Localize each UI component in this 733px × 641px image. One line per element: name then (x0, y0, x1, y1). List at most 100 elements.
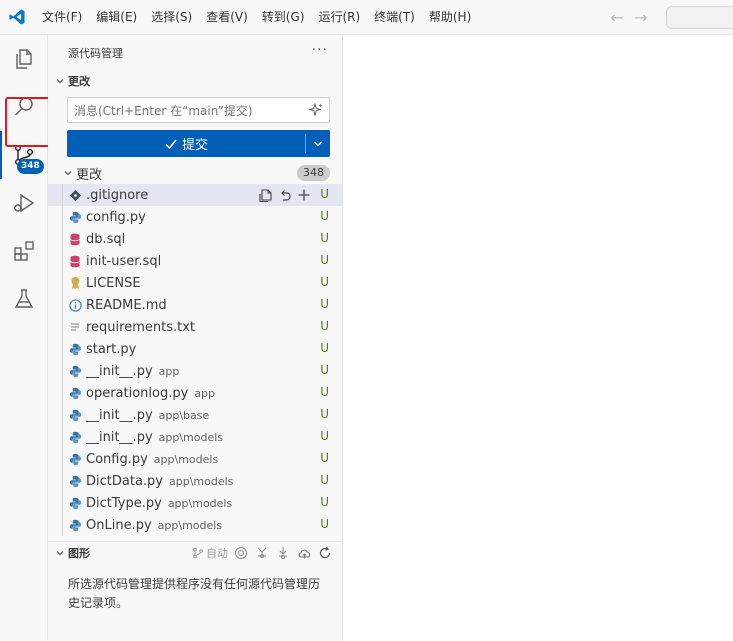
file-status-badge: U (320, 473, 329, 487)
menu-item-7[interactable]: 帮助(H) (422, 6, 478, 28)
menu-item-2[interactable]: 选择(S) (144, 6, 199, 28)
file-name: DictData.py (86, 473, 163, 489)
menu-item-6[interactable]: 终端(T) (367, 6, 422, 28)
fetch-icon[interactable] (254, 545, 270, 561)
sidebar-header: 源代码管理 ··· (48, 35, 342, 70)
file-row[interactable]: .gitignore U (48, 184, 343, 206)
file-row[interactable]: operationlog.py app U (48, 382, 343, 404)
tree-indent-guide (62, 382, 63, 404)
target-icon[interactable] (233, 545, 249, 561)
info-icon (68, 298, 82, 312)
extensions-icon (14, 241, 34, 261)
tree-indent-guide (62, 448, 63, 470)
changes-section-header[interactable]: 更改 (48, 70, 342, 92)
command-center-search[interactable] (666, 6, 733, 29)
discard-changes-icon[interactable] (277, 187, 292, 202)
tree-indent-guide (62, 492, 63, 514)
commit-dropdown-button[interactable] (306, 130, 330, 157)
graph-section-header[interactable]: 图形 自动 (48, 541, 343, 563)
file-name: __init__.py (86, 407, 153, 423)
file-status-badge: U (320, 517, 329, 531)
extensions-button[interactable] (0, 227, 48, 275)
file-name: LICENSE (86, 275, 141, 291)
check-icon (165, 139, 177, 149)
commit-message-input[interactable]: 消息(Ctrl+Enter 在“main”提交) (67, 97, 330, 123)
commit-message-placeholder: 消息(Ctrl+Enter 在“main”提交) (74, 103, 253, 118)
changes-group-header[interactable]: 更改 348 (48, 162, 343, 184)
file-name: DictType.py (86, 495, 162, 511)
file-status-badge: U (320, 385, 329, 399)
refresh-icon[interactable] (317, 545, 333, 561)
explorer-button[interactable] (0, 35, 48, 83)
sparkle-icon[interactable] (308, 102, 324, 118)
graph-section-title: 图形 (68, 546, 90, 560)
text-file-icon (68, 320, 82, 334)
file-status-badge: U (320, 407, 329, 421)
files-icon (16, 49, 32, 69)
menu-item-0[interactable]: 文件(F) (34, 6, 89, 28)
file-status-badge: U (320, 451, 329, 465)
chevron-down-icon (54, 75, 66, 87)
auto-branch-button[interactable]: 自动 (192, 545, 228, 561)
file-directory: app\models (167, 496, 233, 510)
run-debug-button[interactable] (0, 179, 48, 227)
tree-indent-guide (62, 514, 63, 536)
flask-icon (14, 289, 34, 308)
file-row[interactable]: db.sql U (48, 228, 343, 250)
forward-arrow-icon[interactable]: → (632, 8, 650, 27)
file-name: .gitignore (86, 187, 149, 203)
cloud-upload-icon[interactable] (296, 545, 312, 561)
branch-icon (193, 547, 203, 559)
testing-button[interactable] (0, 275, 48, 323)
menu-item-4[interactable]: 转到(G) (255, 6, 312, 28)
more-actions-icon[interactable]: ··· (312, 42, 328, 58)
python-icon (68, 430, 82, 444)
file-row[interactable]: start.py U (48, 338, 343, 360)
file-row[interactable]: __init__.py app U (48, 360, 343, 382)
commit-button-main[interactable]: 提交 (67, 130, 305, 157)
file-directory: app\models (168, 474, 234, 488)
navigation-arrows: ← → (608, 8, 650, 27)
sidebar-title: 源代码管理 (68, 46, 123, 60)
file-row[interactable]: __init__.py app\models U (48, 426, 343, 448)
file-row[interactable]: Config.py app\models U (48, 448, 343, 470)
changes-count-badge: 348 (297, 165, 330, 181)
menu-item-5[interactable]: 运行(R) (311, 6, 367, 28)
file-row[interactable]: DictType.py app\models U (48, 492, 343, 514)
tree-indent-guide (62, 404, 63, 426)
file-row[interactable]: DictData.py app\models U (48, 470, 343, 492)
file-directory: app (194, 386, 216, 400)
file-name: config.py (86, 209, 146, 225)
file-directory: app\base (158, 408, 210, 422)
file-status-badge: U (320, 297, 329, 311)
file-row[interactable]: OnLine.py app\models U (48, 514, 343, 536)
stage-changes-icon[interactable] (296, 187, 311, 202)
title-bar: 文件(F) 编辑(E) 选择(S) 查看(V) 转到(G) 运行(R) 终端(T) 帮助(H)… (0, 0, 733, 35)
back-arrow-icon[interactable]: ← (608, 8, 626, 27)
commit-button[interactable]: 提交 (67, 130, 330, 157)
file-row[interactable]: __init__.py app\base U (48, 404, 343, 426)
tree-indent-guide (62, 426, 63, 448)
database-icon (68, 232, 82, 246)
graph-toolbar: 自动 (192, 545, 333, 561)
open-file-icon[interactable] (258, 187, 273, 202)
file-row[interactable]: config.py U (48, 206, 343, 228)
menu-bar: 文件(F) 编辑(E) 选择(S) 查看(V) 转到(G) 运行(R) 终端(T) 帮助(H) (34, 0, 478, 35)
pull-icon[interactable] (275, 545, 291, 561)
file-row[interactable]: LICENSE U (48, 272, 343, 294)
file-row[interactable]: requirements.txt U (48, 316, 343, 338)
python-icon (68, 452, 82, 466)
file-row[interactable]: init-user.sql U (48, 250, 343, 272)
python-icon (68, 210, 82, 224)
tree-indent-guide (62, 294, 63, 316)
auto-label: 自动 (206, 547, 228, 560)
editor-area (344, 35, 733, 641)
file-row[interactable]: README.md U (48, 294, 343, 316)
python-icon (68, 386, 82, 400)
menu-item-3[interactable]: 查看(V) (199, 6, 255, 28)
menu-item-1[interactable]: 编辑(E) (89, 6, 144, 28)
file-directory: app (158, 364, 180, 378)
file-name: __init__.py (86, 363, 153, 379)
tree-indent-guide (62, 338, 63, 360)
file-name: operationlog.py (86, 385, 189, 401)
